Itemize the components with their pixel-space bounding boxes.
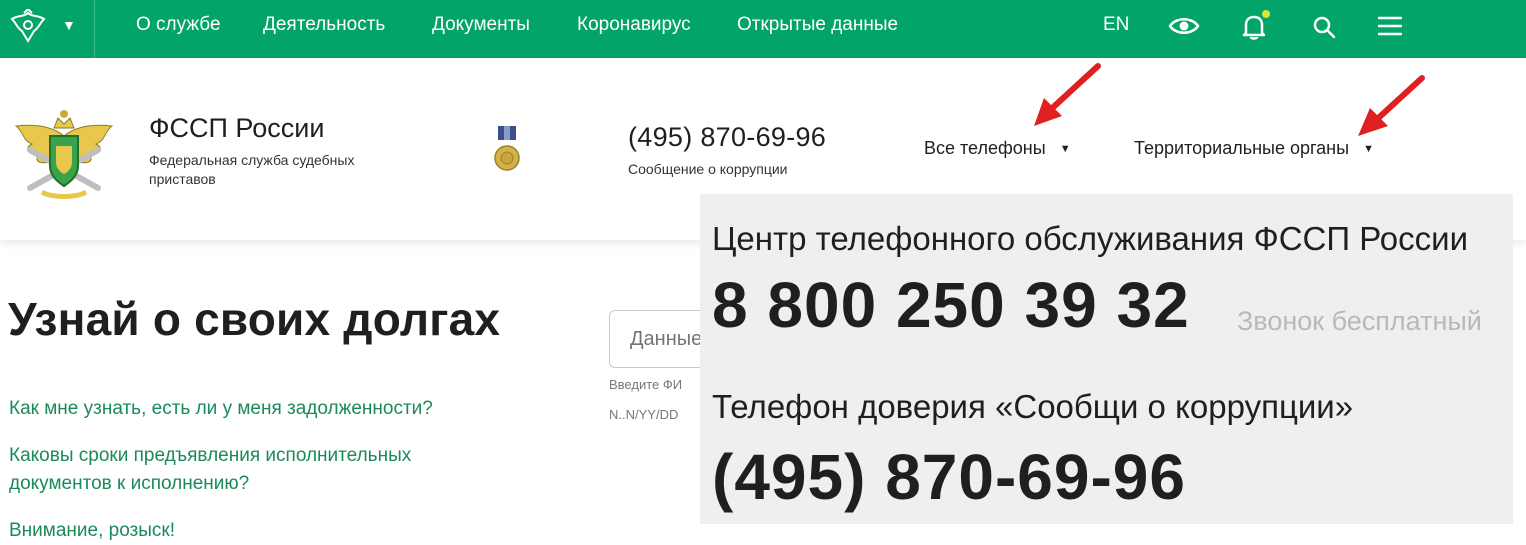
- bell-icon[interactable]: [1242, 13, 1266, 41]
- call-center-number[interactable]: 8 800 250 39 32: [712, 268, 1190, 342]
- all-phones-dropdown[interactable]: Все телефоны ▼: [924, 138, 1071, 159]
- emblem-icon[interactable]: [8, 9, 48, 45]
- phones-panel: Центр телефонного обслуживания ФССП Росс…: [700, 194, 1513, 524]
- page-title: Узнай о своих долгах: [8, 293, 501, 345]
- corruption-phone[interactable]: (495) 870-69-96: [628, 122, 826, 153]
- caret-down-icon: ▼: [1363, 143, 1374, 155]
- territorial-bodies-label: Территориальные органы: [1134, 138, 1350, 158]
- caret-down-icon: ▼: [1059, 143, 1071, 155]
- free-call-note: Звонок бесплатный: [1237, 306, 1482, 336]
- faq-link-deadlines[interactable]: Каковы сроки предъявления исполнительных…: [9, 442, 449, 498]
- search-hint: Введите ФИ: [609, 377, 683, 392]
- nav-link-open-data[interactable]: Открытые данные: [737, 14, 898, 36]
- chevron-down-icon[interactable]: ▼: [62, 17, 76, 33]
- nav-link-activity[interactable]: Деятельность: [263, 14, 385, 36]
- medal-icon: [494, 126, 520, 171]
- trust-line-title: Телефон доверия «Сообщи о коррупции»: [712, 388, 1354, 425]
- territorial-bodies-dropdown[interactable]: Территориальные органы ▼: [1134, 138, 1374, 159]
- org-name[interactable]: ФССП России: [149, 113, 324, 144]
- corruption-phone-caption: Сообщение о коррупции: [628, 161, 788, 177]
- eye-icon[interactable]: [1168, 15, 1200, 37]
- call-center-title: Центр телефонного обслуживания ФССП Росс…: [712, 220, 1469, 257]
- trust-line-number[interactable]: (495) 870-69-96: [712, 440, 1186, 514]
- faq-link-debts[interactable]: Как мне узнать, есть ли у меня задолженн…: [9, 395, 433, 423]
- nav-link-coronavirus[interactable]: Коронавирус: [577, 14, 691, 36]
- menu-icon[interactable]: [1378, 15, 1402, 37]
- all-phones-label: Все телефоны: [924, 138, 1046, 158]
- language-switch[interactable]: EN: [1103, 14, 1129, 36]
- red-arrow-icon: [1358, 75, 1425, 136]
- top-nav-bar: ▼ О службе Деятельность Документы Корона…: [0, 0, 1526, 58]
- faq-link-wanted[interactable]: Внимание, розыск!: [9, 517, 175, 545]
- nav-divider: [94, 0, 95, 58]
- red-arrow-icon: [1034, 63, 1101, 126]
- search-icon[interactable]: [1312, 15, 1336, 39]
- fssp-emblem-icon[interactable]: [12, 96, 116, 204]
- nav-link-documents[interactable]: Документы: [432, 14, 530, 36]
- nav-link-about[interactable]: О службе: [136, 14, 221, 36]
- search-format-hint: N..N/YY/DD: [609, 407, 679, 422]
- org-subtitle: Федеральная служба судебных приставов: [149, 152, 355, 187]
- notification-dot: [1262, 10, 1270, 18]
